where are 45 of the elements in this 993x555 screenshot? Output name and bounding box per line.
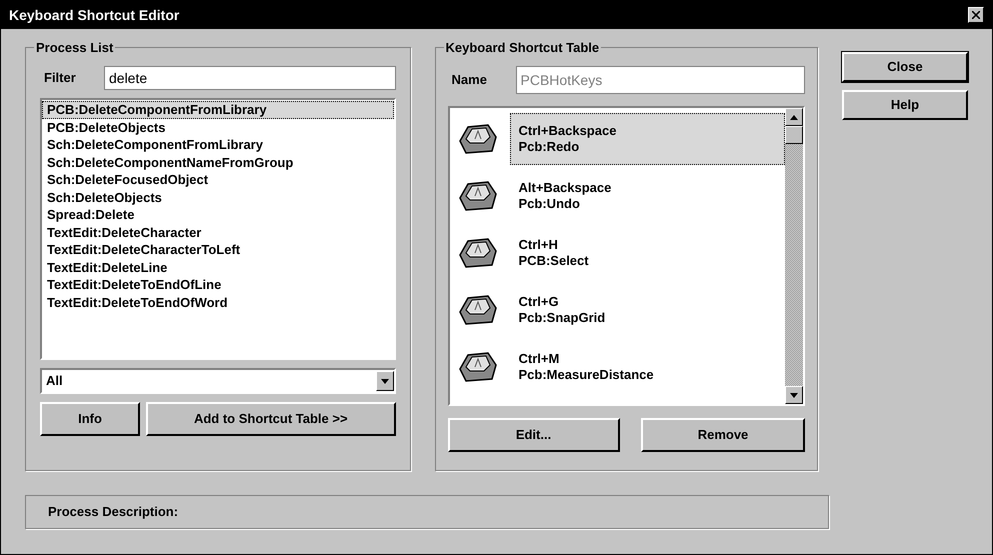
scroll-thumb[interactable] — [785, 126, 803, 144]
shortcut-item[interactable]: Alt+Backspace Pcb:Undo — [510, 170, 785, 222]
list-item[interactable]: Sch:DeleteComponentNameFromGroup — [42, 154, 394, 171]
shortcut-keys: Ctrl+G — [518, 294, 776, 310]
scrollbar[interactable] — [785, 108, 803, 404]
dialog-button[interactable]: Info — [40, 402, 140, 436]
shortcut-keys: Alt+Backspace — [518, 180, 776, 196]
list-item[interactable]: PCB:DeleteComponentFromLibrary — [42, 101, 394, 118]
filter-label: Filter — [44, 69, 77, 88]
close-icon[interactable] — [968, 7, 984, 23]
list-item[interactable]: TextEdit:DeleteToEndOfWord — [42, 294, 394, 311]
list-item[interactable]: PCB:DeleteObjects — [42, 118, 394, 136]
shortcut-process: Pcb:SnapGrid — [518, 310, 606, 326]
process-description-label: Process Description: — [48, 503, 178, 522]
scroll-up-icon[interactable] — [785, 108, 803, 126]
shortcut-keys: Ctrl+H — [518, 236, 776, 252]
shortcut-item[interactable]: Ctrl+G Pcb:SnapGrid — [510, 284, 785, 336]
shortcut-keys: Ctrl+Backspace — [518, 122, 776, 138]
dialog-button[interactable]: Remove — [641, 418, 805, 452]
dialog-button[interactable]: Edit... — [448, 418, 620, 452]
shortcut-item[interactable]: Ctrl+Backspace Pcb:Redo — [510, 112, 785, 164]
shortcut-process: PCB:Select — [518, 252, 590, 268]
dropdown-value: All — [45, 372, 64, 390]
dialog-button[interactable]: Add to Shortcut Table >> — [146, 402, 396, 436]
scroll-down-icon[interactable] — [785, 386, 803, 404]
shortcut-keys: Ctrl+M — [518, 350, 776, 366]
list-item[interactable]: TextEdit:DeleteCharacter — [42, 224, 394, 241]
name-label: Name — [452, 71, 488, 90]
shortcut-process: Pcb:Redo — [518, 138, 580, 154]
list-item[interactable]: Sch:DeleteComponentFromLibrary — [42, 136, 394, 154]
shortcut-item[interactable]: Ctrl+H PCB:Select — [510, 226, 785, 278]
list-item[interactable]: TextEdit:DeleteLine — [42, 258, 394, 276]
dialog-button[interactable]: Help — [842, 90, 968, 120]
window-title: Keyboard Shortcut Editor — [9, 6, 180, 25]
list-item[interactable]: TextEdit:DeleteToEndOfLine — [42, 276, 394, 294]
dialog-button[interactable]: Close — [842, 52, 968, 82]
shortcut-process: Pcb:Undo — [518, 196, 581, 212]
list-item[interactable]: Sch:DeleteFocusedObject — [42, 171, 394, 188]
shortcut-item[interactable]: Ctrl+M Pcb:MeasureDistance — [510, 340, 785, 392]
shortcut-process: Pcb:MeasureDistance — [518, 366, 655, 382]
list-item[interactable]: TextEdit:DeleteCharacterToLeft — [42, 241, 394, 258]
list-item[interactable]: Sch:DeleteObjects — [42, 188, 394, 206]
filter-field[interactable]: delete — [104, 66, 396, 90]
category-dropdown[interactable]: All — [40, 368, 396, 394]
list-item[interactable]: Spread:Delete — [42, 206, 394, 224]
